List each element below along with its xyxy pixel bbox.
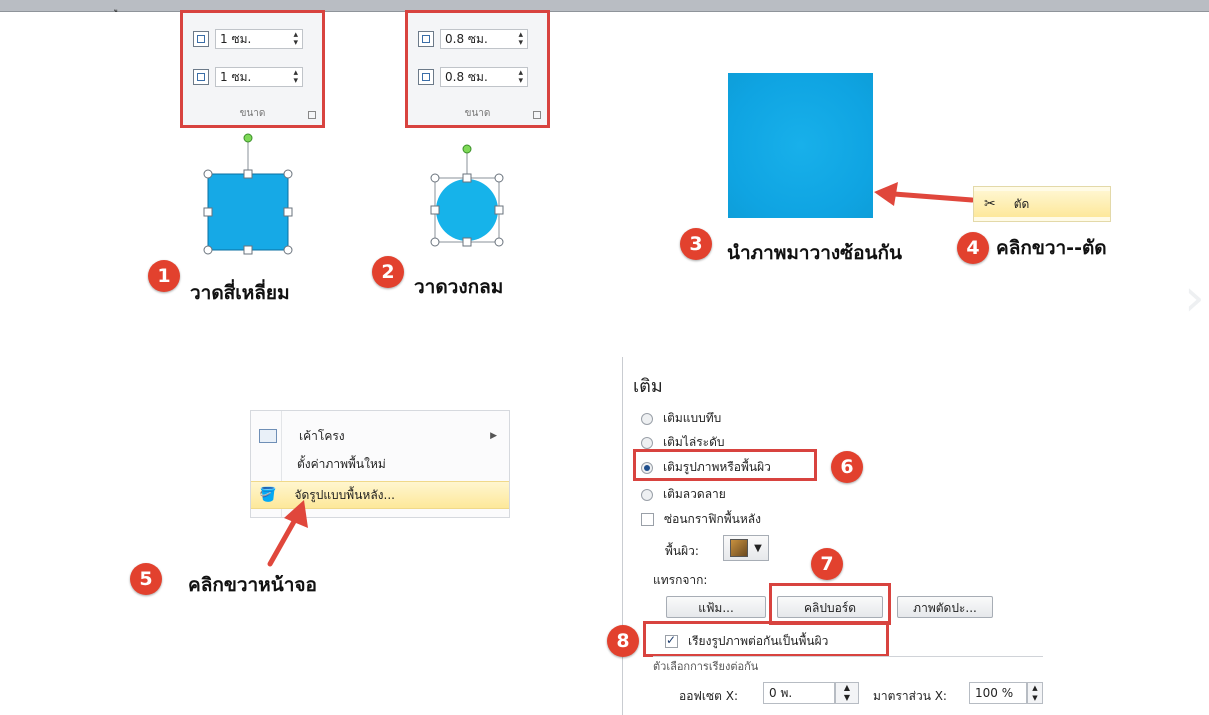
height-value: 0.8 ซม. xyxy=(445,31,488,46)
scissors-icon: ✂ xyxy=(984,196,996,212)
fill-option-solid[interactable]: เติมแบบทึบ xyxy=(641,409,721,428)
offset-x-spin-arrows-icon[interactable]: ▲ ▼ xyxy=(835,682,859,704)
submenu-arrow-icon: ▶ xyxy=(490,431,497,441)
shape-width-icon xyxy=(193,69,209,85)
height-row: 0.8 ซม. ▴ ▾ xyxy=(418,27,540,51)
cut-context-menu: ✂ ตัด xyxy=(973,186,1111,222)
fill-option-label: เติมแบบทึบ xyxy=(663,411,722,425)
size-group-circle: 0.8 ซม. ▴ ▾ 0.8 ซม. ▴ ▾ ขนาด xyxy=(405,10,550,128)
radio-solid[interactable] xyxy=(641,412,653,425)
size-group-square: 1 ซม. ▴ ▾ 1 ซม. ▴ ▾ ขนาด xyxy=(180,10,325,128)
checkbox-hide-background[interactable] xyxy=(641,513,654,526)
scale-x-spin-arrows-icon[interactable]: ▲ ▼ xyxy=(1027,682,1043,704)
texture-dropdown[interactable]: ▼ xyxy=(723,535,769,561)
hide-background-graphics[interactable]: ซ่อนกราฟิกพื้นหลัง xyxy=(641,510,761,529)
arrow-left-icon xyxy=(874,182,975,206)
spin-arrows-icon[interactable]: ▴ ▾ xyxy=(293,31,298,48)
dialog-launcher-icon[interactable] xyxy=(308,111,316,119)
step-caption-5: คลิกขวาหน้าจอ xyxy=(188,574,317,596)
dropdown-arrow-icon: ▼ xyxy=(754,542,762,554)
hide-background-label: ซ่อนกราฟิกพื้นหลัง xyxy=(664,512,762,526)
radio-picture-texture[interactable] xyxy=(641,461,653,474)
stacked-shapes-image[interactable] xyxy=(728,73,873,218)
dialog-launcher-icon[interactable] xyxy=(533,111,541,119)
rotate-handle-icon xyxy=(462,144,472,154)
tiling-options-label: ตัวเลือกการเรียงต่อกัน xyxy=(653,660,759,673)
insert-from-label: แทรกจาก: xyxy=(653,573,708,587)
width-spinner[interactable]: 1 ซม. ▴ ▾ xyxy=(215,67,303,87)
width-row: 0.8 ซม. ▴ ▾ xyxy=(418,65,540,89)
texture-label: พื้นผิว: xyxy=(665,544,699,558)
tile-picture-as-texture[interactable]: เรียงรูปภาพต่อกันเป็นพื้นผิว xyxy=(665,632,828,651)
step-badge-8: 8 xyxy=(607,625,639,657)
step-badge-3: 3 xyxy=(680,228,712,260)
fill-title: เติม xyxy=(633,376,663,397)
fill-option-label: เติมรูปภาพหรือพื้นผิว xyxy=(663,460,771,474)
step-badge-1: 1 xyxy=(148,260,180,292)
cut-menu-item[interactable]: ✂ ตัด xyxy=(974,191,1110,217)
fill-option-pattern[interactable]: เติมลวดลาย xyxy=(641,485,726,504)
spin-arrows-icon[interactable]: ▴ ▾ xyxy=(518,31,523,48)
width-row: 1 ซม. ▴ ▾ xyxy=(193,65,315,89)
size-group-label: ขนาด xyxy=(239,108,266,119)
spin-arrows-icon[interactable]: ▴ ▾ xyxy=(293,69,298,86)
fill-option-picture-texture[interactable]: เติมรูปภาพหรือพื้นผิว xyxy=(641,458,771,477)
step-caption-1: วาดสี่เหลี่ยม xyxy=(190,282,290,304)
tile-picture-label: เรียงรูปภาพต่อกันเป็นพื้นผิว xyxy=(688,634,829,648)
menu-item-reset-background[interactable]: ตั้งค่าภาพพื้นใหม่ xyxy=(251,451,509,477)
cut-label: ตัด xyxy=(1013,196,1030,211)
step-badge-2: 2 xyxy=(372,256,404,288)
shape-height-icon xyxy=(193,31,209,47)
selected-circle-shape[interactable] xyxy=(425,140,515,250)
menu-item-label: เค้าโครง xyxy=(299,428,345,443)
fill-option-label: เติมลวดลาย xyxy=(663,487,726,501)
width-value: 1 ซม. xyxy=(220,69,252,84)
arrow-up-icon xyxy=(267,500,308,567)
next-slide-chevron-icon[interactable]: › xyxy=(1184,268,1205,328)
checkbox-tile-picture[interactable] xyxy=(665,633,678,648)
width-value: 0.8 ซม. xyxy=(445,69,488,84)
radio-gradient[interactable] xyxy=(641,436,653,449)
height-row: 1 ซม. ▴ ▾ xyxy=(193,27,315,51)
clipboard-button[interactable]: คลิปบอร์ด xyxy=(777,596,883,618)
format-background-fill-panel: เติม เติมแบบทึบ เติมไล่ระดับ เติมรูปภาพห… xyxy=(607,357,1043,715)
offset-x-label: ออฟเซต X: xyxy=(679,689,739,703)
step-caption-3: นำภาพมาวางซ้อนกัน xyxy=(727,242,902,264)
step-caption-2: วาดวงกลม xyxy=(414,276,504,298)
height-spinner[interactable]: 0.8 ซม. ▴ ▾ xyxy=(440,29,528,49)
height-spinner[interactable]: 1 ซม. ▴ ▾ xyxy=(215,29,303,49)
step-badge-5: 5 xyxy=(130,563,162,595)
menu-item-layout[interactable]: เค้าโครง ▶ xyxy=(251,423,509,449)
shape-height-icon xyxy=(418,31,434,47)
offset-x-input[interactable]: 0 พ. xyxy=(763,682,835,704)
texture-swatch-icon xyxy=(730,539,749,557)
step-caption-4: คลิกขวา--ตัด xyxy=(996,237,1107,259)
height-value: 1 ซม. xyxy=(220,31,252,46)
width-spinner[interactable]: 0.8 ซม. ▴ ▾ xyxy=(440,67,528,87)
step-badge-6: 6 xyxy=(831,451,863,483)
rotate-handle-icon xyxy=(243,133,253,143)
radio-pattern[interactable] xyxy=(641,488,653,501)
shape-width-icon xyxy=(418,69,434,85)
step-badge-4: 4 xyxy=(957,232,989,264)
size-group-label: ขนาด xyxy=(464,108,491,119)
step-badge-7: 7 xyxy=(811,548,843,580)
selected-square-shape[interactable] xyxy=(195,130,305,260)
clipart-button[interactable]: ภาพตัดปะ... xyxy=(897,596,993,618)
scale-x-input[interactable]: 100 % xyxy=(969,682,1027,704)
scale-x-label: มาตราส่วน X: xyxy=(873,689,947,703)
layout-icon xyxy=(259,429,277,443)
file-button[interactable]: แฟ้ม... xyxy=(666,596,766,618)
menu-item-label: ตั้งค่าภาพพื้นใหม่ xyxy=(297,456,386,471)
spin-arrows-icon[interactable]: ▴ ▾ xyxy=(518,69,523,86)
